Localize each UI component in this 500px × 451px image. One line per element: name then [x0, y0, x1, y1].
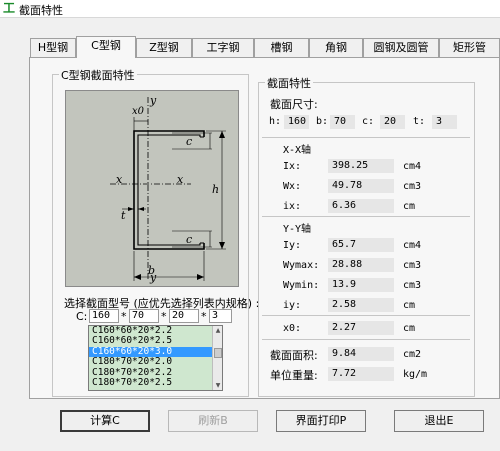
list-item[interactable]: C160*60*20*2.5 — [89, 336, 213, 346]
x-axis-left-label: x — [116, 173, 123, 186]
x-axis-right-label: x — [177, 173, 184, 186]
tab-strip: H型钢 C型钢 Z型钢 工字钢 槽钢 角钢 圆钢及圆管 矩形管 — [30, 36, 500, 58]
iy-radius-value: 2.58 — [328, 298, 394, 312]
tab-angle[interactable]: 角钢 — [309, 38, 363, 57]
yy-axis-title: Y-Y轴 — [283, 224, 312, 235]
h-dimension-label: h — [212, 183, 220, 196]
section-properties-title: 截面特性 — [265, 75, 313, 91]
c-bottom-dimension-label: c — [186, 233, 193, 246]
t-input[interactable]: 3 — [209, 309, 232, 323]
ix-moment-label: Ix: — [283, 161, 302, 172]
tab-z-steel[interactable]: Z型钢 — [136, 38, 192, 57]
t-dimension-label: t — [121, 209, 126, 222]
dim-c-value: 20 — [380, 115, 405, 129]
x0-label: x0: — [283, 323, 302, 334]
list-item[interactable]: C180*70*20*2.2 — [89, 368, 213, 378]
x0-unit: cm — [403, 323, 416, 334]
b-input[interactable]: 70 — [129, 309, 159, 323]
app-icon: 工 — [3, 1, 16, 15]
dim-c-label: c: — [362, 116, 375, 127]
scroll-up-icon[interactable]: ▲ — [213, 326, 222, 335]
x0-value: 2.27 — [328, 321, 394, 335]
refresh-button[interactable]: 刷新B — [168, 410, 258, 432]
c-top-dimension-label: c — [186, 135, 193, 148]
print-screen-button[interactable]: 界面打印P — [276, 410, 366, 432]
separator-line — [262, 315, 470, 316]
iy-radius-label: iy: — [283, 300, 302, 311]
weight-value: 7.72 — [328, 367, 394, 381]
iy-radius-unit: cm — [403, 300, 416, 311]
tab-c-steel[interactable]: C型钢 — [76, 36, 136, 58]
section-spec-list[interactable]: C160*60*20*2.2 C160*60*20*2.5 C160*60*20… — [88, 325, 223, 391]
wx-modulus-label: Wx: — [283, 181, 302, 192]
list-scrollbar[interactable]: ▲ ▼ — [212, 326, 222, 390]
list-item[interactable]: C180*70*20*2.5 — [89, 378, 213, 388]
dim-h-label: h: — [269, 116, 282, 127]
area-value: 9.84 — [328, 347, 394, 361]
b-dimension-label: b — [148, 264, 156, 277]
x0-dimension-label: x0 — [132, 106, 145, 117]
ix-radius-unit: cm — [403, 201, 416, 212]
list-item[interactable]: C160*60*20*2.2 — [89, 326, 213, 336]
tab-channel[interactable]: 槽钢 — [254, 38, 309, 57]
wymin-label: Wymin: — [283, 280, 320, 291]
iy-moment-label: Iy: — [283, 240, 302, 251]
ix-moment-unit: cm4 — [403, 161, 422, 172]
wx-modulus-unit: cm3 — [403, 181, 422, 192]
section-diagram: y y x x x0 c c h t b — [65, 90, 239, 287]
dim-h-value: 160 — [284, 115, 309, 129]
separator-line — [262, 339, 470, 340]
scroll-down-icon[interactable]: ▼ — [213, 381, 222, 390]
dim-b-label: b: — [316, 116, 329, 127]
xx-axis-title: X-X轴 — [283, 145, 312, 156]
tab-round-pipe[interactable]: 圆钢及圆管 — [363, 38, 439, 57]
calculate-button[interactable]: 计算C — [60, 410, 150, 432]
tab-i-beam[interactable]: 工字钢 — [192, 38, 254, 57]
h-input[interactable]: 160 — [89, 309, 119, 323]
dim-t-value: 3 — [432, 115, 457, 129]
ix-moment-value: 398.25 — [328, 159, 394, 173]
y-axis-top-label: y — [150, 94, 157, 107]
area-unit: cm2 — [403, 349, 422, 360]
dim-b-value: 70 — [330, 115, 355, 129]
dims-title: 截面尺寸: — [270, 98, 318, 111]
weight-label: 单位重量: — [270, 369, 318, 382]
area-label: 截面面积: — [270, 349, 318, 362]
wymax-label: Wymax: — [283, 260, 320, 271]
c-prefix-label: C: — [76, 310, 88, 323]
wymin-unit: cm3 — [403, 280, 422, 291]
ix-radius-label: ix: — [283, 201, 302, 212]
list-item[interactable]: C180*70*20*2.0 — [89, 357, 213, 367]
window-title: 截面特性 — [19, 4, 63, 17]
list-item-selected[interactable]: C160*60*20*3.0 — [89, 346, 213, 358]
wymax-unit: cm3 — [403, 260, 422, 271]
wx-modulus-value: 49.78 — [328, 179, 394, 193]
separator-3: * — [201, 310, 207, 323]
tab-rect-pipe[interactable]: 矩形管 — [439, 38, 500, 57]
separator-line — [262, 137, 470, 138]
separator-1: * — [121, 310, 127, 323]
exit-button[interactable]: 退出E — [394, 410, 484, 432]
ix-radius-value: 6.36 — [328, 199, 394, 213]
scroll-thumb[interactable] — [214, 348, 222, 358]
c-input[interactable]: 20 — [169, 309, 199, 323]
wymax-value: 28.88 — [328, 258, 394, 272]
wymin-value: 13.9 — [328, 278, 394, 292]
separator-line — [262, 216, 470, 217]
title-bar: 工 截面特性 — [0, 0, 500, 18]
c-steel-group-title: C型钢截面特性 — [59, 67, 137, 83]
separator-2: * — [161, 310, 167, 323]
iy-moment-value: 65.7 — [328, 238, 394, 252]
tab-h-steel[interactable]: H型钢 — [30, 38, 76, 57]
weight-unit: kg/m — [403, 369, 428, 380]
dim-t-label: t: — [413, 116, 426, 127]
iy-moment-unit: cm4 — [403, 240, 422, 251]
